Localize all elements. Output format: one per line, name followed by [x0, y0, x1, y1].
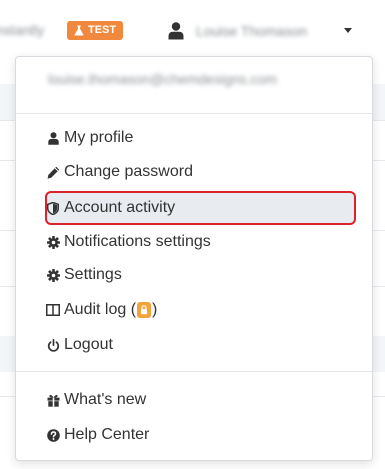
menu-item-label: Account activity — [64, 199, 176, 216]
menu-item-account-activity[interactable]: Account activity — [46, 197, 175, 219]
user-name: Louise Thomason — [196, 23, 308, 39]
shield-icon — [46, 201, 60, 215]
user-menu-toggle[interactable]: Louise Thomason — [168, 18, 307, 44]
menu-item-whats-new[interactable]: What's new — [46, 389, 146, 411]
pencil-icon — [46, 165, 60, 179]
menu-item-label: Change password — [64, 163, 193, 180]
power-icon — [46, 338, 60, 352]
menu-item-label: Logout — [64, 336, 113, 353]
menu-item-help-center[interactable]: Help Center — [46, 424, 149, 446]
user-icon — [46, 131, 60, 145]
menu-item-label: Settings — [64, 266, 122, 283]
menu-item-label-suffix: ) — [152, 301, 158, 318]
menu-item-change-password[interactable]: Change password — [46, 161, 193, 183]
app-name: Instantly — [0, 22, 45, 38]
gift-icon — [46, 393, 60, 407]
user-email: louise.thomason@chemdesigns.com — [48, 71, 277, 87]
menu-item-label: Audit log ( — [64, 301, 137, 318]
top-bar: Instantly TEST Louise Thomason — [0, 0, 385, 56]
lock-icon — [137, 302, 152, 318]
gear-icon — [46, 235, 60, 249]
question-icon — [46, 428, 60, 442]
menu-item-my-profile[interactable]: My profile — [46, 127, 133, 149]
menu-item-label: My profile — [64, 129, 134, 146]
flask-icon — [74, 25, 84, 36]
menu-item-settings[interactable]: Settings — [46, 264, 122, 286]
menu-item-label: Notifications settings — [64, 233, 211, 250]
menu-divider — [16, 113, 372, 114]
chevron-down-icon[interactable] — [344, 28, 352, 33]
environment-badge: TEST — [67, 21, 124, 40]
menu-item-logout[interactable]: Logout — [46, 334, 113, 356]
columns-icon — [46, 303, 60, 317]
menu-item-label: Help Center — [64, 426, 150, 443]
user-icon — [168, 22, 184, 40]
menu-item-notifications-settings[interactable]: Notifications settings — [46, 231, 211, 253]
menu-item-label: What's new — [64, 391, 147, 408]
menu-divider — [16, 371, 372, 372]
environment-badge-label: TEST — [88, 24, 117, 36]
gear-icon — [46, 268, 60, 282]
menu-item-audit-log[interactable]: Audit log ( ) — [46, 299, 157, 321]
user-dropdown-menu: louise.thomason@chemdesigns.com My profi… — [15, 56, 373, 461]
